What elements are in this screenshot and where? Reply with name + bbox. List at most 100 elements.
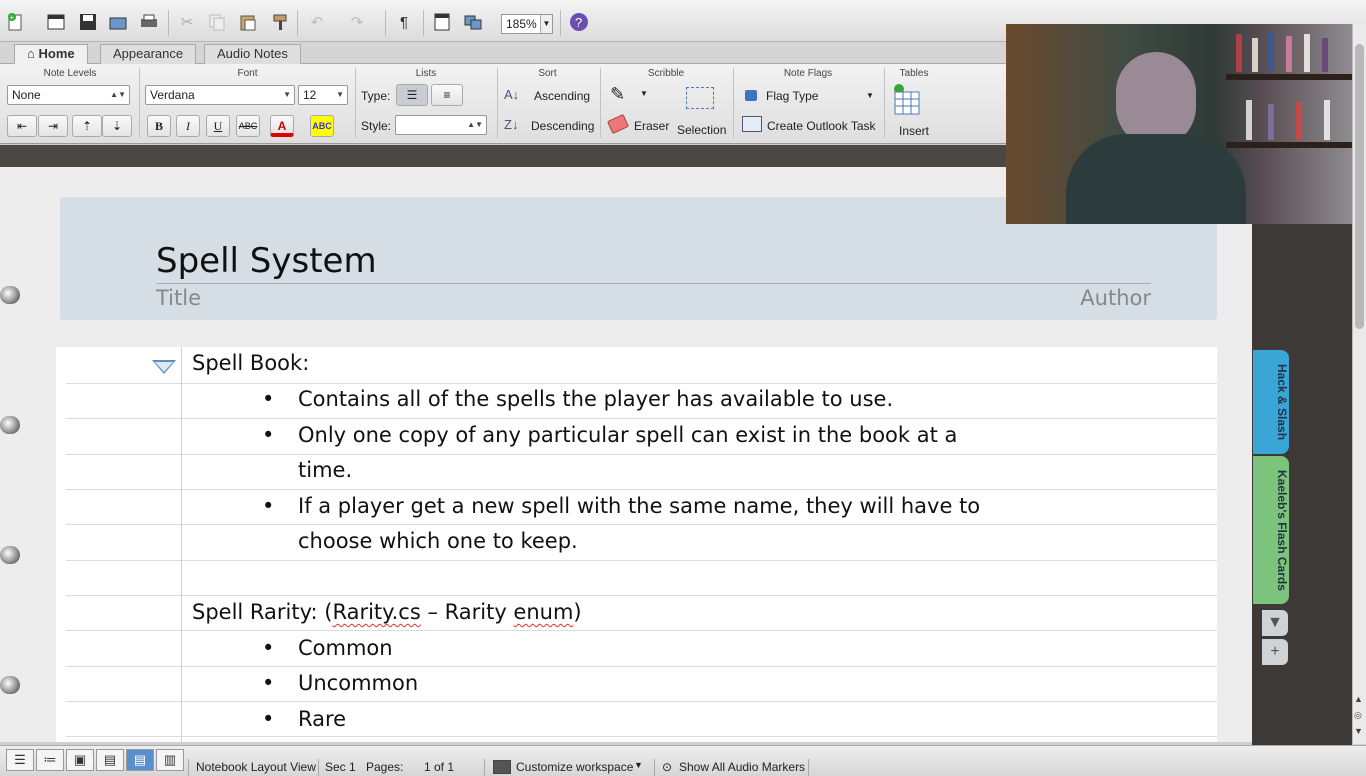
audio-marker-icon[interactable]: ⊙ <box>662 760 672 774</box>
flag-type-button[interactable]: Flag Type <box>766 89 818 103</box>
sort-descending-icon[interactable]: Z↓ <box>504 117 518 132</box>
flag-icon[interactable] <box>745 90 757 101</box>
vertical-scrollbar[interactable]: ▲ ◎ ▼ <box>1352 24 1366 744</box>
show-audio-markers-button[interactable]: Show All Audio Markers <box>679 760 805 774</box>
list-item[interactable]: If a player get a new spell with the sam… <box>298 494 980 518</box>
calendar-icon[interactable] <box>44 10 68 34</box>
new-icon[interactable]: + <box>4 10 28 34</box>
group-title-font: Font <box>237 68 258 79</box>
copy-icon[interactable] <box>205 10 229 34</box>
list-item[interactable]: Rare <box>298 707 346 731</box>
bullet-icon: • <box>262 707 275 731</box>
eraser-button[interactable]: Eraser <box>634 119 669 133</box>
italic-button[interactable]: I <box>176 115 200 137</box>
heading-spell-book[interactable]: Spell Book: <box>192 351 309 375</box>
selection-icon[interactable] <box>686 87 714 109</box>
scroll-down-icon[interactable]: ▼ <box>1354 726 1363 736</box>
pilcrow-icon[interactable]: ¶ <box>392 10 416 34</box>
move-down-icon[interactable]: ⇣ <box>102 115 132 137</box>
bookshelf <box>1226 142 1352 148</box>
list-item[interactable]: Contains all of the spells the player ha… <box>298 387 893 411</box>
chevron-down-icon[interactable]: ▼ <box>640 89 648 98</box>
bulleted-list-button[interactable]: ☰ <box>396 84 428 106</box>
webcam-overlay <box>1006 24 1352 224</box>
print-icon[interactable] <box>137 10 161 34</box>
svg-text:+: + <box>10 13 15 22</box>
misspelled-word[interactable]: Rarity.cs <box>332 600 420 624</box>
pen-icon[interactable]: ✎ <box>610 84 625 105</box>
scroll-target-icon[interactable]: ◎ <box>1354 710 1362 721</box>
outlook-task-icon[interactable] <box>742 116 762 132</box>
strikethrough-button[interactable]: ABC <box>236 115 260 137</box>
workspace-icon[interactable] <box>493 760 511 774</box>
numbered-list-button[interactable]: ≡ <box>431 84 463 106</box>
eraser-icon[interactable] <box>606 113 630 135</box>
note-levels-select[interactable]: None ▲▼ <box>7 85 130 105</box>
gallery-icon[interactable] <box>461 10 485 34</box>
undo-icon[interactable]: ↶ <box>305 10 329 34</box>
open-icon[interactable] <box>106 10 130 34</box>
person-body <box>1066 134 1246 224</box>
collapse-triangle-icon[interactable] <box>152 360 176 374</box>
promote-icon[interactable]: ⇤ <box>7 115 37 137</box>
font-size-select[interactable]: 12 ▼ <box>298 85 348 105</box>
book-spine <box>1236 34 1242 72</box>
format-painter-icon[interactable] <box>268 10 292 34</box>
font-family-select[interactable]: Verdana ▼ <box>145 85 295 105</box>
help-icon[interactable]: ? <box>567 10 591 34</box>
heading-text: – Rarity <box>420 600 514 624</box>
sort-descending-button[interactable]: Descending <box>531 119 594 133</box>
list-type-label: Type: <box>361 89 391 103</box>
move-up-icon[interactable]: ⇡ <box>72 115 102 137</box>
cut-icon[interactable]: ✂ <box>175 10 199 34</box>
list-item-continuation[interactable]: time. <box>298 458 352 482</box>
fullscreen-view-icon[interactable]: ▥ <box>156 749 184 771</box>
sort-ascending-button[interactable]: Ascending <box>534 89 590 103</box>
bold-button[interactable]: B <box>147 115 171 137</box>
page-title[interactable]: Spell System <box>156 241 377 281</box>
customize-workspace-button[interactable]: Customize workspace <box>516 760 633 774</box>
save-icon[interactable] <box>76 10 100 34</box>
print-view-icon[interactable]: ▤ <box>96 749 124 771</box>
chevron-down-icon[interactable]: ▼ <box>866 91 874 100</box>
demote-icon[interactable]: ⇥ <box>38 115 68 137</box>
add-section-icon[interactable]: + <box>1262 639 1288 665</box>
heading-spell-rarity[interactable]: Spell Rarity: (Rarity.cs – Rarity enum) <box>192 600 582 624</box>
sort-ascending-icon[interactable]: A↓ <box>504 87 519 102</box>
tab-appearance[interactable]: Appearance <box>100 44 197 64</box>
book-spine <box>1296 102 1302 140</box>
section-tab-hack-slash[interactable]: Hack & Slash <box>1253 350 1289 454</box>
list-item[interactable]: Only one copy of any particular spell ca… <box>298 423 957 447</box>
notes-area[interactable]: Spell Book: • Contains all of the spells… <box>56 347 1217 742</box>
view-icon[interactable] <box>430 10 454 34</box>
outline-view-icon[interactable]: ≔ <box>36 749 64 771</box>
publishing-view-icon[interactable]: ▣ <box>66 749 94 771</box>
font-color-button[interactable]: A <box>270 115 294 137</box>
scrollbar-thumb[interactable] <box>1355 44 1364 329</box>
chevron-down-icon[interactable]: ▼ <box>634 760 643 770</box>
list-item[interactable]: Uncommon <box>298 671 418 695</box>
insert-table-button[interactable]: Insert <box>899 124 929 138</box>
paste-icon[interactable] <box>236 10 260 34</box>
highlight-button[interactable]: ABC <box>310 115 334 137</box>
table-icon[interactable] <box>892 84 924 119</box>
redo-icon[interactable]: ↷ <box>345 10 369 34</box>
tab-home[interactable]: ⌂ Home <box>14 44 88 64</box>
scroll-up-icon[interactable]: ▲ <box>1354 694 1363 704</box>
notebook-view-icon[interactable]: ▤ <box>126 749 154 771</box>
underline-button[interactable]: U <box>206 115 230 137</box>
status-bar: ☰ ≔ ▣ ▤ ▤ ▥ Notebook Layout View Sec 1 P… <box>0 745 1366 776</box>
draft-view-icon[interactable]: ☰ <box>6 749 34 771</box>
heading-text: ) <box>573 600 582 624</box>
tab-audio-notes[interactable]: Audio Notes <box>204 44 301 64</box>
create-outlook-task-button[interactable]: Create Outlook Task <box>767 119 876 133</box>
zoom-select[interactable]: 185% ▼ <box>501 14 553 34</box>
list-style-select[interactable]: ▲▼ <box>395 115 487 135</box>
list-item[interactable]: Common <box>298 636 393 660</box>
list-item-continuation[interactable]: choose which one to keep. <box>298 529 578 553</box>
author-label[interactable]: Author <box>1080 286 1151 310</box>
selection-button[interactable]: Selection <box>677 123 726 137</box>
section-tab-flash-cards[interactable]: Kaeleb's Flash Cards <box>1253 456 1289 604</box>
scroll-tabs-down-icon[interactable]: ▼ <box>1262 610 1288 636</box>
misspelled-word[interactable]: enum <box>513 600 573 624</box>
